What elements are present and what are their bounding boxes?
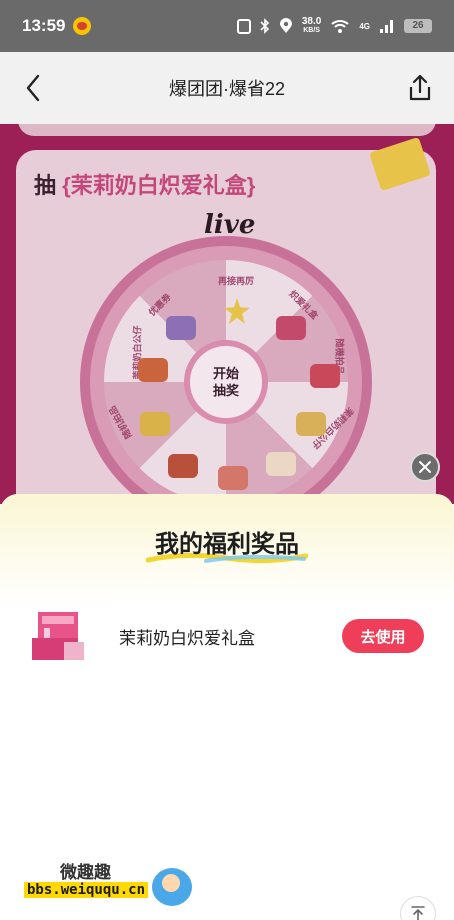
back-button[interactable] — [20, 72, 48, 104]
close-button[interactable] — [410, 452, 440, 482]
weibo-notification-icon — [73, 17, 92, 35]
gift-box-decoration — [369, 136, 431, 192]
prize-item-icon — [140, 412, 170, 436]
prize-item-icon — [296, 412, 326, 436]
previous-card-edge — [18, 124, 436, 136]
lottery-wheel: 再接再厉 炽爱礼盒 随機拍品 茉莉奶白公仔 茉莉奶白公仔 随机拍品 优惠券 开始… — [80, 236, 372, 504]
battery-indicator: 26 — [404, 19, 432, 33]
bluetooth-icon — [260, 18, 269, 34]
prize-item-icon — [138, 358, 168, 382]
status-bar: 13:59 38.0 KB/S 4G 26 — [0, 0, 454, 52]
reward-thumbnail — [30, 608, 88, 664]
lottery-card-title: 抽 {茉莉奶白炽爱礼盒} — [34, 168, 255, 200]
background-lottery-page: 抽 {茉莉奶白炽爱礼盒} live 再接再厉 炽爱礼盒 随機拍品 茉莉奶白公仔 … — [0, 124, 454, 504]
app-header: 爆团团·爆省22 — [0, 52, 454, 124]
wifi-icon — [331, 20, 349, 33]
speed-unit: KB/S — [303, 27, 320, 34]
signal-icon — [380, 20, 393, 33]
nfc-icon — [236, 18, 251, 34]
arrow-up-icon — [411, 906, 425, 920]
prize-item-icon — [266, 452, 296, 476]
start-draw-label-line1: 开始 — [212, 366, 239, 381]
watermark-title: 微趣趣 — [60, 863, 111, 882]
status-time: 13:59 — [22, 16, 66, 35]
location-icon — [279, 18, 292, 33]
status-indicators: 38.0 KB/S 4G 26 — [236, 17, 432, 35]
network-type: 4G — [359, 21, 370, 31]
start-draw-label-line2: 抽奖 — [212, 383, 239, 398]
network-speed: 38.0 KB/S — [302, 17, 321, 35]
lottery-title-prize: {茉莉奶白炽爱礼盒} — [62, 173, 256, 198]
prize-label: 再接再厉 — [218, 276, 255, 286]
start-draw-button[interactable]: 开始 抽奖 — [184, 340, 268, 424]
lottery-card: 抽 {茉莉奶白炽爱礼盒} live 再接再厉 炽爱礼盒 随機拍品 茉莉奶白公仔 … — [16, 136, 436, 504]
reward-name: 茉莉奶白炽爱礼盒 — [119, 628, 255, 648]
use-reward-button[interactable]: 去使用 — [342, 619, 424, 653]
watermark: 微趣趣 bbs.weiququ.cn — [20, 858, 220, 908]
gift-box-prize-icon — [276, 316, 306, 340]
gift-box-image — [32, 612, 84, 660]
share-button[interactable] — [404, 72, 436, 104]
lottery-title-prefix: 抽 — [34, 173, 57, 198]
prize-item-icon — [218, 466, 248, 490]
sheet-title: 我的福利奖品 — [155, 531, 299, 558]
watermark-url: bbs.weiququ.cn — [24, 882, 149, 898]
close-icon — [419, 461, 431, 473]
coupon-prize-icon — [166, 316, 196, 340]
mascot-icon — [152, 868, 192, 906]
prize-item-icon — [310, 364, 340, 388]
reward-item: 茉莉奶白炽爱礼盒 去使用 — [30, 604, 424, 668]
rewards-bottom-sheet: 我的福利奖品 茉莉奶白炽爱礼盒 去使用 — [0, 494, 454, 920]
prize-item-icon — [168, 454, 198, 478]
page-title: 爆团团·爆省22 — [168, 79, 285, 99]
